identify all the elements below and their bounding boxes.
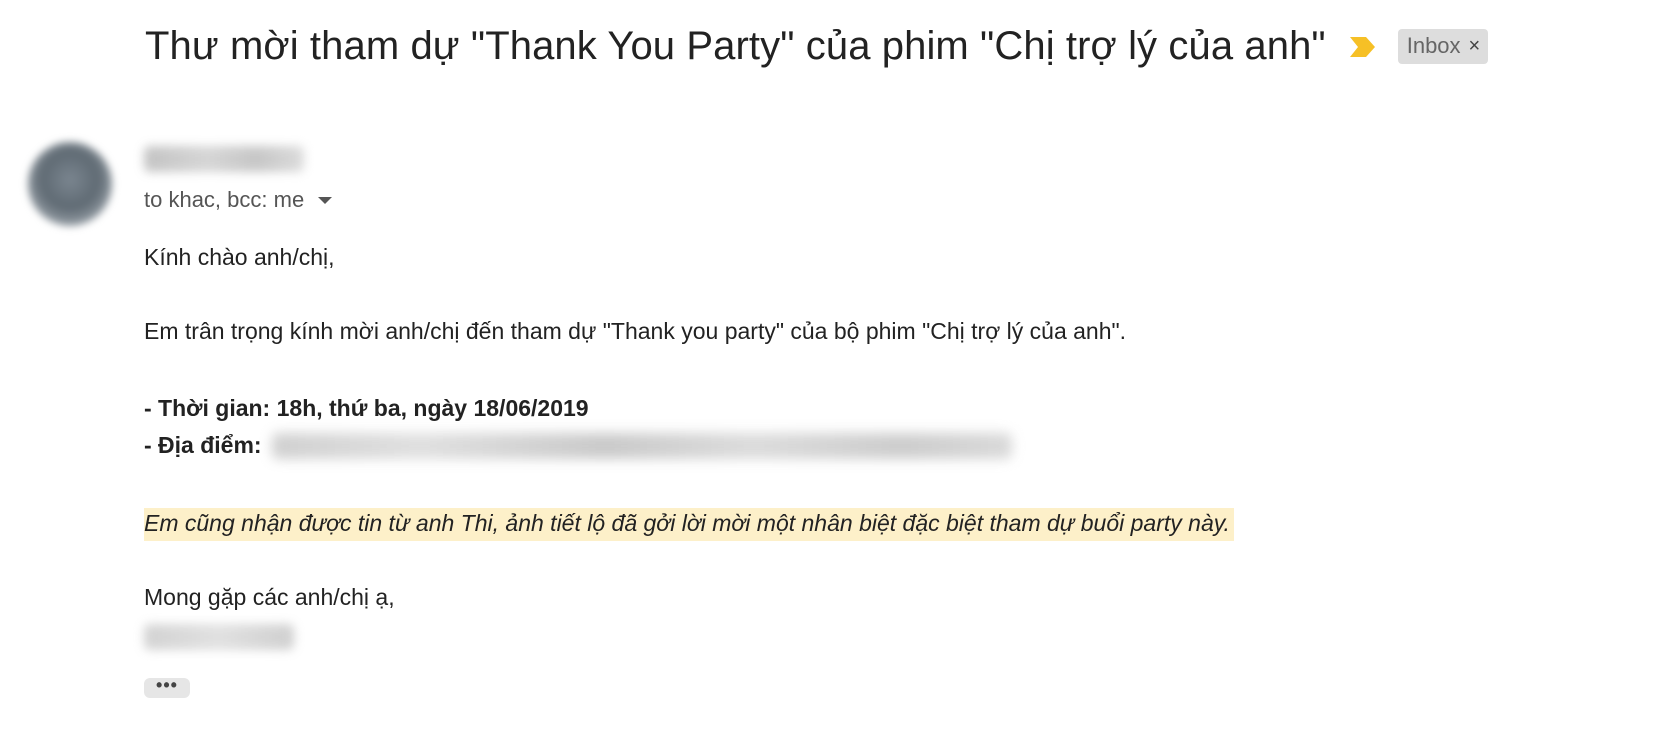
event-place-label: - Địa điểm:	[144, 432, 262, 458]
event-place-redacted	[271, 432, 1012, 459]
show-details-chevron-down-icon[interactable]	[318, 196, 333, 204]
show-trimmed-content-button[interactable]: •••	[144, 675, 190, 698]
event-place: - Địa điểm:	[144, 432, 1012, 459]
recipients-line: to khac, bcc: me	[144, 187, 333, 213]
email-closing: Mong gặp các anh/chị ạ,	[144, 584, 395, 610]
email-header: Thư mời tham dự "Thank You Party" của ph…	[145, 24, 1489, 69]
email-greeting: Kính chào anh/chị,	[144, 244, 335, 270]
sender-avatar[interactable]	[28, 142, 112, 226]
sender-name-redacted	[144, 146, 304, 172]
highlighted-note: Em cũng nhận được tin từ anh Thi, ảnh ti…	[144, 508, 1234, 541]
more-dots-icon: •••	[156, 675, 178, 695]
inbox-label-chip: Inbox ×	[1397, 29, 1489, 64]
remove-label-icon[interactable]: ×	[1469, 35, 1481, 58]
event-time: - Thời gian: 18h, thứ ba, ngày 18/06/201…	[144, 395, 589, 421]
signature-redacted	[144, 624, 294, 650]
recipients-text: to khac, bcc: me	[144, 187, 305, 212]
inbox-label-text: Inbox	[1406, 33, 1461, 58]
importance-marker-icon[interactable]	[1348, 34, 1378, 60]
email-invite-text: Em trân trọng kính mời anh/chị đến tham …	[144, 318, 1127, 344]
email-subject: Thư mời tham dự "Thank You Party" của ph…	[145, 24, 1326, 68]
